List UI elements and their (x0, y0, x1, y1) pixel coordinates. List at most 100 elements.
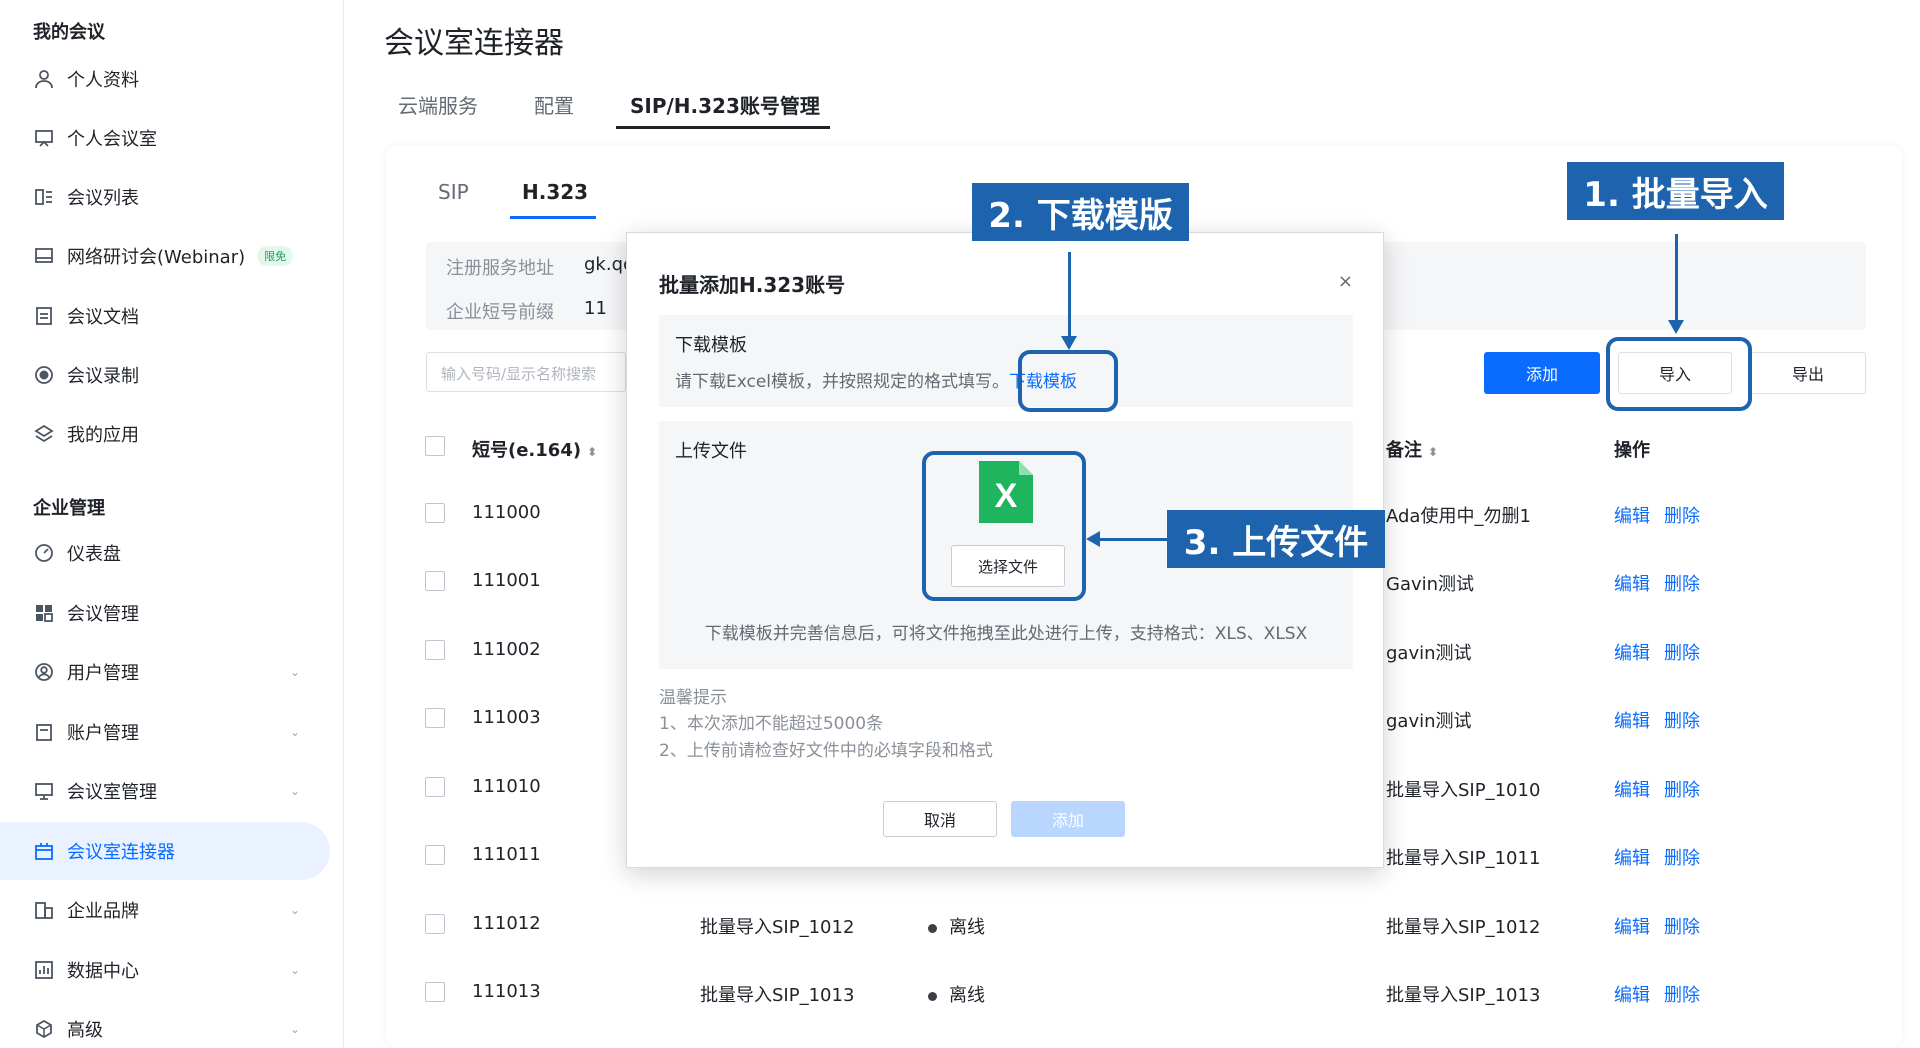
remark-cell: 批量导入SIP_1010 (1386, 780, 1541, 801)
short-no-cell: 111012 (472, 913, 541, 934)
confirm-add-button[interactable]: 添加 (1011, 801, 1125, 837)
status-cell: 离线 (928, 981, 985, 1007)
delete-link[interactable]: 删除 (1664, 570, 1700, 596)
short-no-cell: 111001 (472, 570, 541, 591)
search-input[interactable]: 输入号码/显示名称搜索 (426, 352, 626, 392)
tips-title: 温馨提示 (659, 688, 727, 708)
export-button[interactable]: 导出 (1750, 352, 1866, 394)
sidebar-item-label: 网络研讨会(Webinar) (67, 247, 246, 268)
column-header-short-no[interactable]: 短号(e.164) ⬍ (472, 436, 597, 462)
edit-link[interactable]: 编辑 (1614, 502, 1650, 528)
row-checkbox[interactable] (425, 982, 445, 1002)
edit-link[interactable]: 编辑 (1614, 844, 1650, 870)
sidebar-item-account-manage[interactable]: 账户管理 ⌄ (0, 703, 330, 761)
upload-section-title: 上传文件 (675, 441, 747, 462)
tab-sip[interactable]: SIP (438, 180, 469, 204)
remark-cell: 批量导入SIP_1012 (1386, 917, 1541, 938)
sidebar-item-label: 我的应用 (67, 425, 139, 446)
chevron-down-icon[interactable]: ⌄ (290, 725, 300, 739)
callout-step-1: 1. 批量导入 (1567, 162, 1784, 220)
row-checkbox[interactable] (425, 845, 445, 865)
remark-cell: 批量导入SIP_1013 (1386, 985, 1541, 1006)
sort-icon[interactable]: ⬍ (587, 445, 597, 459)
callout-step-2: 2. 下载模版 (972, 183, 1189, 241)
delete-link[interactable]: 删除 (1664, 981, 1700, 1007)
column-header-remark[interactable]: 备注 ⬍ (1386, 436, 1438, 462)
sort-icon[interactable]: ⬍ (1428, 445, 1438, 459)
cancel-button[interactable]: 取消 (883, 801, 997, 837)
user-manage-icon (33, 661, 55, 683)
account-icon (33, 721, 55, 743)
select-all-checkbox[interactable] (425, 436, 445, 456)
edit-link[interactable]: 编辑 (1614, 570, 1650, 596)
row-checkbox[interactable] (425, 708, 445, 728)
chevron-down-icon[interactable]: ⌄ (290, 784, 300, 798)
active-tab-indicator (616, 126, 830, 129)
row-checkbox[interactable] (425, 914, 445, 934)
tab-sip-h323[interactable]: SIP/H.323账号管理 (630, 90, 820, 119)
highlight-upload-area (922, 451, 1086, 601)
apps-icon (33, 423, 55, 445)
sidebar-item-label: 企业品牌 (67, 901, 139, 922)
remark-cell: Ada使用中_勿删1 (1386, 506, 1531, 527)
tab-cloud-service[interactable]: 云端服务 (398, 90, 478, 119)
sidebar-item-recording[interactable]: 会议录制 (0, 346, 330, 404)
sidebar-item-meeting-list[interactable]: 会议列表 (0, 168, 330, 226)
callout-arrow-line (1675, 234, 1678, 320)
edit-link[interactable]: 编辑 (1614, 639, 1650, 665)
sidebar-item-room-connector[interactable]: 会议室连接器 (0, 822, 330, 880)
row-checkbox[interactable] (425, 571, 445, 591)
sidebar-item-data-center[interactable]: 数据中心 ⌄ (0, 941, 330, 999)
short-no-cell: 111010 (472, 776, 541, 797)
remark-cell: Gavin测试 (1386, 574, 1475, 595)
sidebar-item-documents[interactable]: 会议文档 (0, 287, 330, 345)
sidebar-item-meeting-manage[interactable]: 会议管理 (0, 584, 330, 642)
chevron-down-icon[interactable]: ⌄ (290, 665, 300, 679)
chevron-down-icon[interactable]: ⌄ (290, 1022, 300, 1036)
arrow-left-icon (1086, 531, 1100, 547)
connector-icon (33, 840, 55, 862)
sidebar-item-dashboard[interactable]: 仪表盘 (0, 524, 330, 582)
list-icon (33, 186, 55, 208)
chevron-down-icon[interactable]: ⌄ (290, 963, 300, 977)
highlight-download-link (1018, 350, 1118, 412)
section-my-meetings: 我的会议 (33, 22, 105, 43)
sidebar-item-user-manage[interactable]: 用户管理 ⌄ (0, 643, 330, 701)
close-icon[interactable]: × (1338, 271, 1353, 292)
edit-link[interactable]: 编辑 (1614, 776, 1650, 802)
tab-config[interactable]: 配置 (534, 90, 574, 119)
delete-link[interactable]: 删除 (1664, 707, 1700, 733)
sidebar-item-personal-room[interactable]: 个人会议室 (0, 109, 330, 167)
sidebar-item-my-apps[interactable]: 我的应用 (0, 405, 330, 463)
delete-link[interactable]: 删除 (1664, 776, 1700, 802)
download-section-title: 下载模板 (675, 335, 747, 356)
delete-link[interactable]: 删除 (1664, 502, 1700, 528)
tab-h323[interactable]: H.323 (522, 180, 588, 204)
chevron-down-icon[interactable]: ⌄ (290, 903, 300, 917)
sidebar-item-label: 用户管理 (67, 663, 139, 684)
delete-link[interactable]: 删除 (1664, 844, 1700, 870)
sidebar-item-brand[interactable]: 企业品牌 ⌄ (0, 881, 330, 939)
upload-description: 下载模板并完善信息后，可将文件拖拽至此处进行上传，支持格式：XLS、XLSX (704, 624, 1308, 644)
edit-link[interactable]: 编辑 (1614, 981, 1650, 1007)
sidebar-item-profile[interactable]: 个人资料 (0, 50, 330, 108)
row-checkbox[interactable] (425, 640, 445, 660)
arrow-down-icon (1668, 320, 1684, 334)
sidebar-item-room-manage[interactable]: 会议室管理 ⌄ (0, 762, 330, 820)
name-cell: 批量导入SIP_1012 (700, 917, 855, 938)
short-no-cell: 111011 (472, 844, 541, 865)
row-checkbox[interactable] (425, 503, 445, 523)
column-header-ops: 操作 (1614, 440, 1650, 461)
delete-link[interactable]: 删除 (1664, 639, 1700, 665)
sidebar-item-advanced[interactable]: 高级 ⌄ (0, 1000, 330, 1048)
edit-link[interactable]: 编辑 (1614, 913, 1650, 939)
delete-link[interactable]: 删除 (1664, 913, 1700, 939)
row-checkbox[interactable] (425, 777, 445, 797)
sidebar-item-label: 数据中心 (67, 961, 139, 982)
download-template-section: 下载模板 请下载Excel模板，并按照规定的格式填写。下载模板 (659, 315, 1353, 407)
edit-link[interactable]: 编辑 (1614, 707, 1650, 733)
sidebar-item-webinar[interactable]: 网络研讨会(Webinar) 限免 (0, 227, 330, 285)
add-button[interactable]: 添加 (1484, 352, 1600, 394)
page-title: 会议室连接器 (384, 26, 564, 61)
tip-line-1: 1、本次添加不能超过5000条 (659, 714, 884, 734)
